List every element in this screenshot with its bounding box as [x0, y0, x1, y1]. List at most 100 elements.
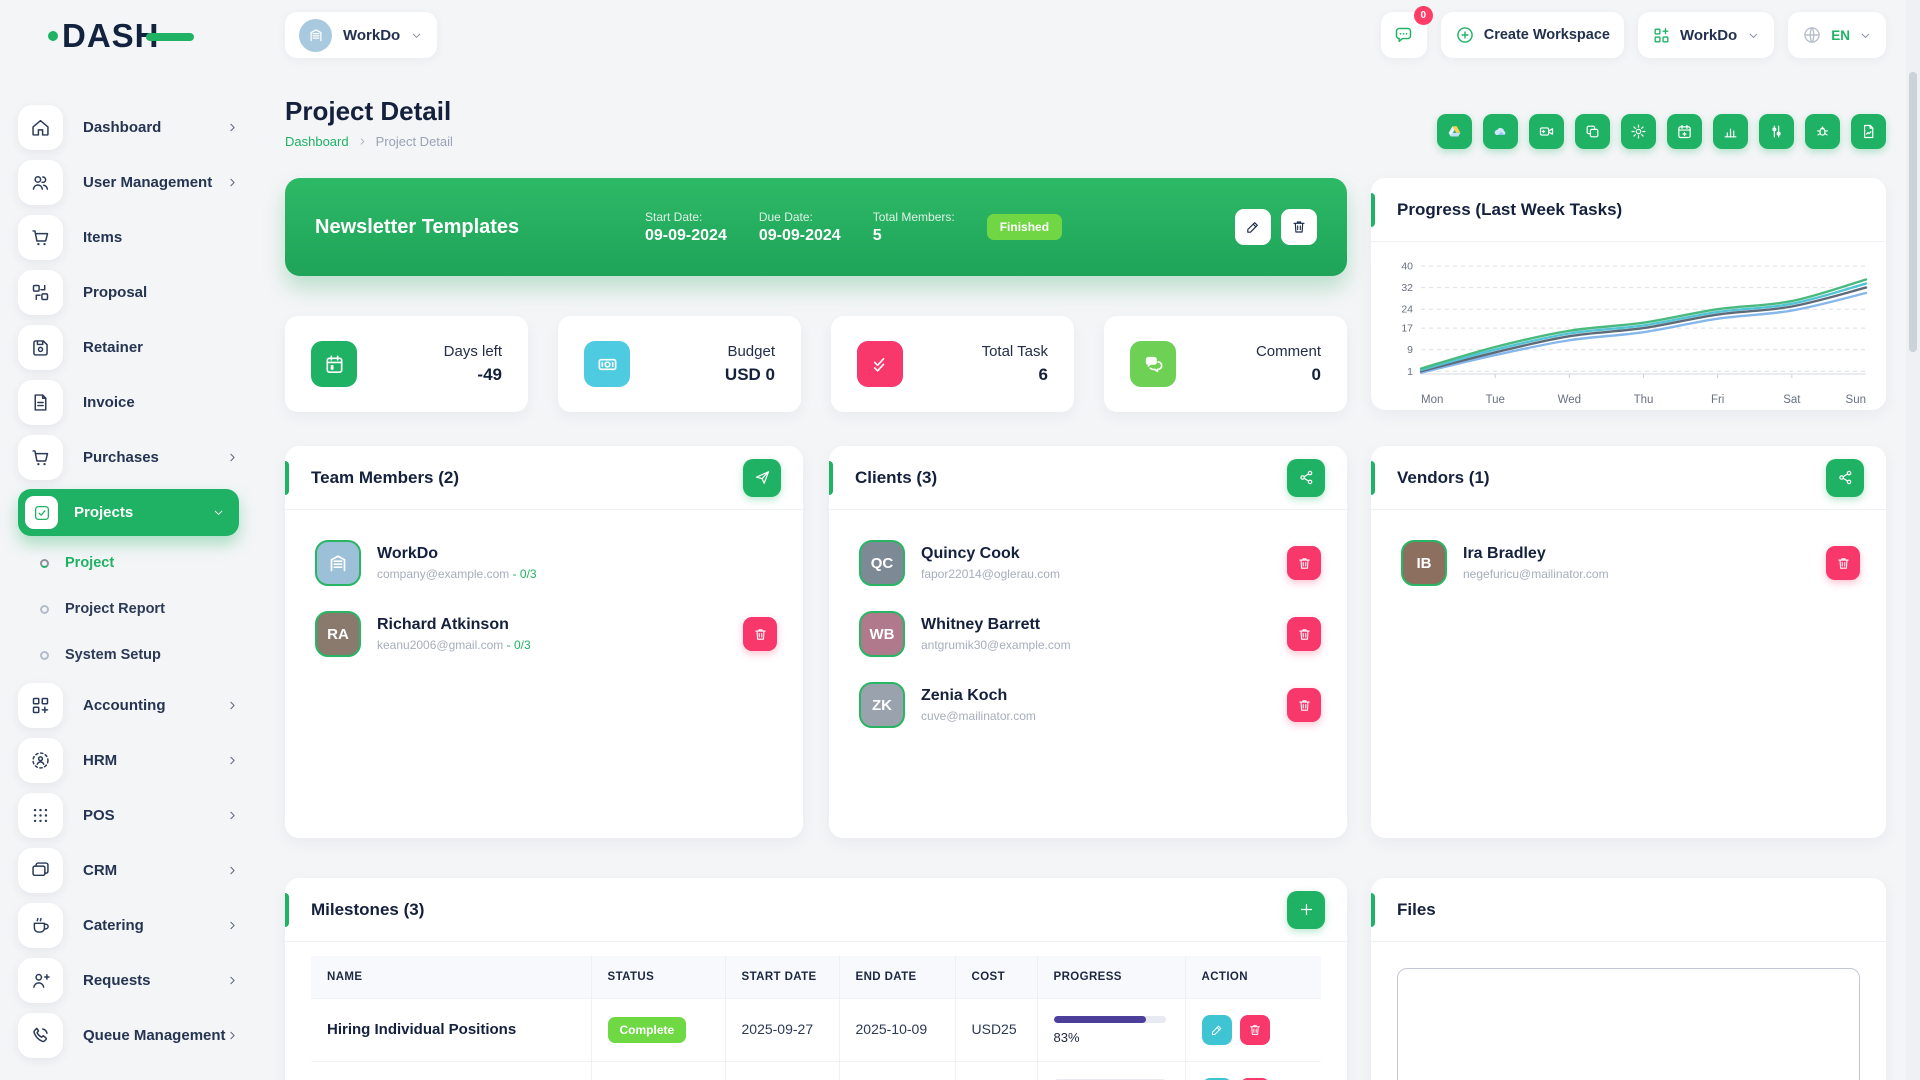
- list-item: WorkDo company@example.com - 0/3: [315, 540, 777, 586]
- sliders-button[interactable]: [1759, 114, 1794, 149]
- catering-icon: [18, 903, 63, 948]
- edit-milestone-button[interactable]: [1202, 1015, 1232, 1045]
- delete-project-button[interactable]: [1281, 209, 1317, 245]
- bar-chart-button[interactable]: [1713, 114, 1748, 149]
- sidebar-item-dashboard[interactable]: Dashboard: [18, 100, 239, 155]
- milestone-name: Hiring Individual Positions: [327, 1021, 516, 1038]
- sidebar-item-invoice[interactable]: Invoice: [18, 375, 239, 430]
- sidebar-item-accounting[interactable]: Accounting: [18, 678, 239, 733]
- sidebar-item-purchases[interactable]: Purchases: [18, 430, 239, 485]
- edit-project-button[interactable]: [1235, 209, 1271, 245]
- globe-icon: [1802, 25, 1822, 45]
- svg-text:32: 32: [1401, 282, 1413, 294]
- accounting-icon: [18, 683, 63, 728]
- file-dropzone[interactable]: Drop files here to upload: [1397, 968, 1860, 1080]
- start-date-value: 09-09-2024: [645, 227, 727, 245]
- svg-text:9: 9: [1407, 344, 1413, 356]
- sidebar-item-label: Dashboard: [83, 119, 161, 136]
- sidebar-item-pos[interactable]: POS: [18, 788, 239, 843]
- file-report-button[interactable]: [1851, 114, 1886, 149]
- page-title: Project Detail: [285, 96, 453, 127]
- stats-row: Days left -49 Budget USD 0 Total Task 6 …: [285, 316, 1347, 412]
- video-camera-button[interactable]: [1529, 114, 1564, 149]
- svg-text:17: 17: [1401, 323, 1413, 335]
- sidebar-subitem-label: Project Report: [65, 601, 165, 617]
- svg-text:24: 24: [1401, 304, 1413, 316]
- sidebar-item-items[interactable]: Items: [18, 210, 239, 265]
- calendar-button[interactable]: [1667, 114, 1702, 149]
- svg-text:Tue: Tue: [1485, 394, 1504, 406]
- sidebar-item-user-management[interactable]: User Management: [18, 155, 239, 210]
- chevron-down-icon: [1747, 29, 1760, 42]
- remove-member-button[interactable]: [743, 617, 777, 651]
- sidebar-subitem-project[interactable]: Project: [18, 540, 239, 586]
- svg-text:Mon: Mon: [1421, 394, 1443, 406]
- svg-text:Thu: Thu: [1634, 394, 1654, 406]
- sidebar-item-proposal[interactable]: Proposal: [18, 265, 239, 320]
- sidebar-item-queue-management[interactable]: Queue Management: [18, 1008, 239, 1063]
- progress-label: 83%: [1054, 1030, 1169, 1045]
- onedrive-button[interactable]: [1483, 114, 1518, 149]
- delete-milestone-button[interactable]: [1240, 1015, 1270, 1045]
- breadcrumb-dashboard-link[interactable]: Dashboard: [285, 134, 349, 149]
- check-square-icon: [25, 496, 58, 529]
- add-milestone-button[interactable]: [1287, 891, 1325, 929]
- avatar: RA: [315, 611, 361, 657]
- member-name: Whitney Barrett: [921, 616, 1071, 634]
- project-banner: Newsletter Templates Start Date: 09-09-2…: [285, 178, 1347, 276]
- svg-text:Fri: Fri: [1711, 394, 1724, 406]
- language-dropdown[interactable]: EN: [1788, 12, 1886, 58]
- member-tasks: - 0/3: [513, 567, 537, 581]
- chevron-down-icon: [410, 29, 423, 42]
- workspace-dropdown-label: WorkDo: [1680, 27, 1737, 44]
- workspace-name: WorkDo: [343, 27, 400, 44]
- language-code: EN: [1831, 28, 1850, 43]
- logo-dash-icon: [146, 33, 194, 41]
- messages-button[interactable]: 0: [1381, 12, 1427, 58]
- building-icon: [299, 19, 332, 52]
- avatar: ZK: [859, 682, 905, 728]
- chevron-right-icon: [226, 451, 239, 464]
- share-vendors-button[interactable]: [1826, 459, 1864, 497]
- remove-member-button[interactable]: [1826, 546, 1860, 580]
- stat-label: Budget: [725, 343, 775, 360]
- avatar: QC: [859, 540, 905, 586]
- remove-member-button[interactable]: [1287, 546, 1321, 580]
- workspace-dropdown[interactable]: WorkDo: [1638, 12, 1774, 58]
- scrollbar-thumb[interactable]: [1909, 72, 1917, 352]
- sidebar-item-requests[interactable]: Requests: [18, 953, 239, 1008]
- share-clients-button[interactable]: [1287, 459, 1325, 497]
- column-header: ACTION: [1185, 956, 1321, 999]
- chevron-right-icon: [226, 754, 239, 767]
- app-logo[interactable]: DASH: [0, 0, 255, 72]
- copy-button[interactable]: [1575, 114, 1610, 149]
- stat-card-days-left: Days left -49: [285, 316, 528, 412]
- member-name: Ira Bradley: [1463, 545, 1609, 563]
- remove-member-button[interactable]: [1287, 617, 1321, 651]
- chevron-right-icon: [357, 136, 368, 147]
- create-workspace-button[interactable]: Create Workspace: [1441, 12, 1624, 58]
- status-badge: Complete: [608, 1017, 687, 1043]
- invite-member-button[interactable]: [743, 459, 781, 497]
- list-item: IB Ira Bradley negefuricu@mailinator.com: [1401, 540, 1860, 586]
- remove-member-button[interactable]: [1287, 688, 1321, 722]
- clients-card: Clients (3) QC Quincy Cook fapor22014@og…: [829, 446, 1347, 838]
- sidebar-item-label: HRM: [83, 752, 117, 769]
- page-scrollbar[interactable]: [1906, 0, 1920, 1080]
- sidebar-item-retainer[interactable]: Retainer: [18, 320, 239, 375]
- hrm-icon: [18, 738, 63, 783]
- sidebar-item-crm[interactable]: CRM: [18, 843, 239, 898]
- brand-name: DASH: [62, 17, 160, 54]
- sidebar-item-catering[interactable]: Catering: [18, 898, 239, 953]
- workspace-switcher[interactable]: WorkDo: [285, 12, 437, 58]
- sidebar-item-hrm[interactable]: HRM: [18, 733, 239, 788]
- chevron-right-icon: [226, 974, 239, 987]
- sidebar-subitem-project-report[interactable]: Project Report: [18, 586, 239, 632]
- bug-button[interactable]: [1805, 114, 1840, 149]
- column-header: START DATE: [725, 956, 839, 999]
- sidebar-item-projects[interactable]: Projects: [18, 489, 239, 536]
- sidebar-subitem-system-setup[interactable]: System Setup: [18, 632, 239, 678]
- gear-button[interactable]: [1621, 114, 1656, 149]
- gdrive-button[interactable]: [1437, 114, 1472, 149]
- chevron-right-icon: [226, 699, 239, 712]
